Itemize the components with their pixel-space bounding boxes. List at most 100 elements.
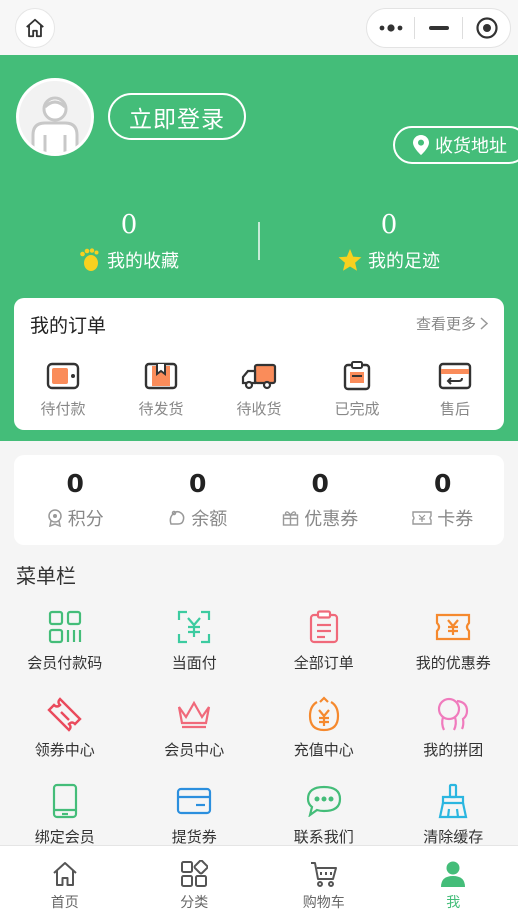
menu-item-pickup-voucher[interactable]: 提货券	[130, 782, 260, 846]
broom-icon	[438, 783, 468, 819]
default-avatar-icon	[31, 96, 79, 153]
minimize-button[interactable]	[415, 9, 462, 47]
truck-icon	[241, 363, 277, 390]
more-dots-icon	[379, 24, 402, 32]
menu-item-clear-cache[interactable]: 清除缓存	[389, 782, 518, 846]
voucher-icon	[47, 697, 82, 732]
clipboard-icon	[343, 361, 371, 391]
cards-value: 0	[434, 469, 452, 498]
group-icon	[438, 697, 469, 731]
tab-label: 购物车	[302, 895, 345, 911]
menu-item-label: 我的优惠券	[415, 654, 491, 672]
gift-icon	[283, 511, 299, 526]
asset-points[interactable]: 0 积分	[14, 455, 137, 545]
card-icon	[177, 787, 212, 815]
menu-item-label: 全部订单	[293, 654, 354, 672]
target-icon	[475, 17, 498, 39]
order-pending-shipment[interactable]: 待发货	[112, 358, 210, 419]
cards-label: 卡券	[437, 509, 474, 530]
order-completed[interactable]: 已完成	[308, 358, 406, 419]
favorites-label: 我的收藏	[107, 251, 179, 272]
tab-cart[interactable]: 购物车	[259, 846, 389, 920]
top-navbar	[0, 0, 518, 55]
points-icon	[48, 509, 62, 527]
menu-item-coupon-center[interactable]: 领券中心	[0, 695, 130, 782]
mini-program-capsule	[366, 8, 511, 48]
login-button[interactable]: 立即登录	[108, 93, 246, 140]
menu-item-contact-us[interactable]: 联系我们	[259, 782, 389, 846]
star-icon	[338, 248, 362, 271]
avatar[interactable]	[16, 78, 94, 156]
menu-item-label: 会员中心	[164, 741, 225, 759]
address-label: 收货地址	[435, 136, 507, 157]
user-icon	[441, 861, 466, 887]
assets-card: 0 积分 0 余额 0 优惠券 0 卡券	[14, 455, 504, 545]
minus-icon	[428, 26, 449, 30]
favorites-stat[interactable]: 0 我的收藏	[59, 208, 199, 273]
bottom-tabbar: 首页 分类 购物车 我	[0, 845, 518, 920]
menu-item-face-pay[interactable]: 当面付	[130, 608, 260, 695]
location-pin-icon	[413, 135, 429, 155]
order-item-label: 待收货	[236, 400, 282, 418]
ticket-icon	[412, 511, 432, 525]
orders-more-link[interactable]: 查看更多	[416, 313, 488, 334]
asset-balance[interactable]: 0 余额	[137, 455, 260, 545]
home-icon	[53, 862, 77, 886]
menu-item-label: 充值中心	[293, 741, 354, 759]
menu-item-label: 绑定会员	[34, 828, 95, 846]
more-button[interactable]	[367, 9, 414, 47]
tab-me[interactable]: 我	[389, 846, 518, 920]
balance-label: 余额	[191, 509, 228, 530]
order-pending-receipt[interactable]: 待收货	[210, 358, 308, 419]
coupons-value: 0	[311, 469, 329, 498]
orders-card: 我的订单 查看更多 待付款 待发货 待收货 已完成 售后	[14, 298, 504, 430]
menu-item-label: 提货券	[171, 828, 217, 846]
menu-item-my-group-buy[interactable]: 我的拼团	[389, 695, 518, 782]
asset-cards[interactable]: 0 卡券	[382, 455, 505, 545]
order-pending-payment[interactable]: 待付款	[14, 358, 112, 419]
menu-item-my-coupons[interactable]: 我的优惠券	[389, 608, 518, 695]
balance-icon	[169, 510, 185, 525]
menu-item-all-orders[interactable]: 全部订单	[259, 608, 389, 695]
order-list-icon	[309, 610, 338, 644]
menu-item-member-center[interactable]: 会员中心	[130, 695, 260, 782]
coupons-label: 优惠券	[304, 509, 359, 530]
favorites-count: 0	[120, 210, 138, 240]
orders-title: 我的订单	[30, 315, 107, 337]
menu-item-label: 领券中心	[34, 741, 95, 759]
coupon-icon	[436, 613, 471, 641]
phone-icon	[52, 783, 77, 819]
crown-icon	[178, 700, 211, 729]
stat-divider	[258, 222, 260, 260]
address-button[interactable]: 收货地址	[393, 126, 518, 164]
recharge-icon	[308, 696, 339, 732]
wallet-icon	[46, 362, 80, 390]
footprints-stat[interactable]: 0 我的足迹	[319, 208, 459, 273]
category-icon	[181, 860, 209, 887]
orders-more-label: 查看更多	[415, 315, 476, 333]
menu-item-label: 会员付款码	[27, 654, 103, 672]
menu-item-bind-member[interactable]: 绑定会员	[0, 782, 130, 846]
asset-coupons[interactable]: 0 优惠券	[259, 455, 382, 545]
menu-item-recharge-center[interactable]: 充值中心	[259, 695, 389, 782]
menu-item-member-pay-code[interactable]: 会员付款码	[0, 608, 130, 695]
tab-category[interactable]: 分类	[130, 846, 260, 920]
scan-pay-icon	[178, 610, 211, 644]
order-item-label: 已完成	[334, 400, 380, 418]
footprints-label: 我的足迹	[368, 251, 440, 272]
package-icon	[144, 362, 178, 390]
points-label: 积分	[67, 509, 104, 530]
menu-grid: 会员付款码 当面付 全部订单 我的优惠券 领券中心 会员中心 充值中心 我的拼团…	[0, 608, 518, 846]
close-button[interactable]	[463, 9, 510, 47]
tab-label: 分类	[180, 895, 209, 911]
menu-item-label: 清除缓存	[423, 828, 484, 846]
points-value: 0	[66, 469, 84, 498]
order-after-sales[interactable]: 售后	[406, 358, 504, 419]
menu-item-label: 我的拼团	[423, 741, 484, 759]
qr-code-icon	[48, 610, 81, 644]
footprints-count: 0	[380, 210, 398, 240]
footprint-icon	[80, 248, 99, 271]
cart-icon	[310, 862, 337, 887]
home-button[interactable]	[15, 8, 55, 48]
tab-home[interactable]: 首页	[0, 846, 130, 920]
